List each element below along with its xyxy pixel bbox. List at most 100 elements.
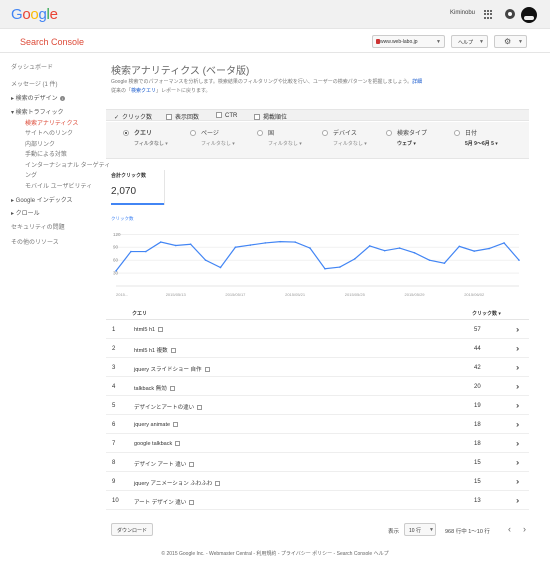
sidebar-item[interactable]: ▸ クロール [11,208,40,217]
chevron-down-icon: ▼ [429,527,434,533]
site-selector-button[interactable]: www.web-labo.jp ▼ [372,35,445,48]
data-point [368,245,371,247]
notifications-icon[interactable] [505,9,515,19]
dimension-filter[interactable]: 5月 9〜6月 5 ▾ [465,140,498,147]
expand-row-icon[interactable]: ›› [516,496,520,505]
search-queries-link[interactable]: 検索クエリ [131,88,156,94]
help-button[interactable]: ヘルプ ▼ [451,35,488,48]
sidebar-item[interactable]: セキュリティの問題 [11,222,65,231]
dimension-filter[interactable]: フィルタなし ▾ [201,140,235,147]
row-number-text: 5 [112,403,116,409]
expand-row-icon[interactable]: ›› [516,401,520,410]
rows-per-page-select[interactable]: 10 行 ▼ [404,523,436,536]
table-row[interactable]: 7 google talkback 18 ›› [106,434,529,453]
external-link-icon[interactable] [215,481,221,486]
column-query[interactable]: クエリ [132,310,147,317]
radio-button[interactable] [123,130,129,136]
console-title[interactable]: Search Console [20,37,84,47]
dimension-option[interactable]: クエリ フィルタなし ▾ [123,128,168,147]
prev-page-icon[interactable]: ‹ [504,523,515,536]
table-row[interactable]: 4 talkback 無効 20 ›› [106,377,529,396]
sidebar-item[interactable]: ▾ 検索トラフィック [11,107,64,116]
expand-row-icon[interactable]: ›› [516,439,520,448]
settings-button[interactable]: ⚙ ▼ [494,35,527,48]
sidebar-item[interactable]: 内部リンク [25,139,55,148]
sidebar-item[interactable]: ▸ Google インデックス [11,195,73,204]
click-count: 57 [474,327,481,333]
radio-button[interactable] [386,130,392,136]
dimension-option[interactable]: 検索タイプ ウェブ ▾ [386,128,427,147]
dimension-filter[interactable]: フィルタなし ▾ [134,140,168,147]
sidebar-item[interactable]: メッセージ (1 件) [11,79,58,88]
learn-more-link[interactable]: 詳細 [412,79,422,85]
sidebar-item[interactable]: ング [25,170,37,179]
dimension-filter[interactable]: ウェブ ▾ [397,140,416,147]
sidebar-item[interactable]: モバイル ユーザビリティ [25,181,92,190]
dimension-option[interactable]: ページ フィルタなし ▾ [190,128,235,147]
avatar[interactable] [521,7,537,23]
external-link-icon[interactable] [173,422,179,427]
sidebar-item[interactable]: ダッシュボード [11,62,53,71]
table-row[interactable]: 9 jquery アニメーション ふわふわ 15 ›› [106,472,529,491]
table-row[interactable]: 2 html5 h1 複数 44 ›› [106,339,529,358]
expand-row-icon[interactable]: ›› [516,458,520,467]
google-logo[interactable]: Google [11,6,58,23]
sidebar-item[interactable]: 手動による対策 [25,149,67,158]
external-link-icon[interactable] [175,441,181,446]
click-count: 20 [474,384,481,390]
expand-row-icon[interactable]: ›› [516,363,520,372]
apps-grid-icon[interactable] [484,10,493,19]
dimension-filter[interactable]: フィルタなし ▾ [268,140,302,147]
dimension-filter[interactable]: フィルタなし ▾ [333,140,367,147]
expand-row-icon[interactable]: ›› [516,420,520,429]
table-row[interactable]: 6 jquery animate 18 ›› [106,415,529,434]
next-page-icon[interactable]: › [519,523,530,536]
column-clicks[interactable]: クリック数 ▾ [472,310,501,317]
metric-checkbox[interactable]: 掲載順位 [254,112,287,121]
data-point [204,259,207,261]
sidebar-item[interactable]: 検索アナリティクス [25,118,78,127]
table-row[interactable]: 1 html5 h1 57 ›› [106,320,529,339]
expand-row-icon[interactable]: ›› [516,344,520,353]
page-title: 検索アナリティクス (ベータ版) [111,66,250,77]
table-row[interactable]: 10 アート デザイン 違い 13 ›› [106,491,529,510]
download-button[interactable]: ダウンロード [111,523,153,536]
clicks-line-chart[interactable]: 3060901202015... 2015/05/13 2015/05/17 2015… [106,222,529,304]
table-row[interactable]: 3 jquery スライドショー 自作 42 ›› [106,358,529,377]
user-name[interactable]: Kiminobu [450,10,475,16]
info-icon[interactable]: i [59,96,65,101]
sidebar-item[interactable]: インターナショナル ターゲティ [25,160,110,169]
expand-row-icon[interactable]: ›› [516,382,520,391]
radio-button[interactable] [257,130,263,136]
expand-row-icon[interactable]: ›› [516,325,520,334]
table-row[interactable]: 5 デザインとアートの違い 19 ›› [106,396,529,415]
external-link-icon[interactable] [189,462,195,467]
table-row[interactable]: 8 デザイン アート 違い 15 ›› [106,453,529,472]
totals-divider [164,170,165,205]
radio-button[interactable] [190,130,196,136]
metric-checkbox[interactable]: CTR [216,112,237,119]
sidebar-item[interactable]: サイトへのリンク [25,128,73,137]
external-link-icon[interactable] [169,386,175,391]
dimension-option[interactable]: デバイス フィルタなし ▾ [322,128,367,147]
metric-checkbox[interactable]: 表示回数 [166,112,199,121]
sidebar-item-label: モバイル ユーザビリティ [25,184,93,190]
sidebar-item[interactable]: ▸ 検索のデザイン i [11,93,65,102]
external-link-icon[interactable] [204,367,210,372]
metric-label: 表示回数 [175,115,200,121]
external-link-icon[interactable] [189,500,195,505]
dimension-option[interactable]: 日付 5月 9〜6月 5 ▾ [454,128,498,147]
radio-button[interactable] [454,130,460,136]
metric-checkbox[interactable]: ✓ クリック数 [114,112,152,121]
row-number: 10 [112,498,119,504]
sidebar-item[interactable]: その他のリソース [11,237,59,246]
sidebar-item-label: その他のリソース [11,240,59,246]
external-link-icon[interactable] [197,405,203,410]
row-number: 5 [112,403,115,409]
radio-button[interactable] [322,130,328,136]
expand-row-icon[interactable]: ›› [516,477,520,486]
click-count-text: 20 [474,384,481,390]
external-link-icon[interactable] [170,348,176,353]
external-link-icon[interactable] [158,327,164,332]
dimension-option[interactable]: 国フィルタなし ▾ [257,128,302,147]
